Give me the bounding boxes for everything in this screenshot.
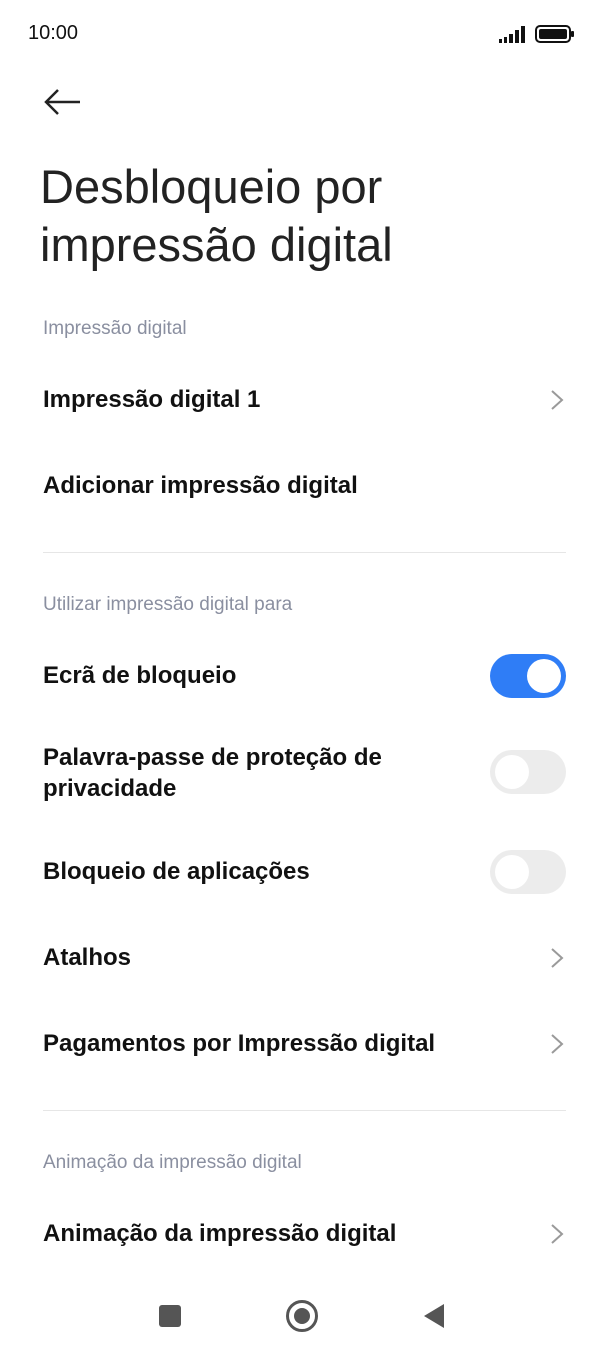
nav-back-button[interactable]	[412, 1294, 456, 1338]
toggle-knob	[527, 659, 561, 693]
status-bar: 10:00	[0, 0, 609, 70]
privacy-password-toggle[interactable]	[490, 750, 566, 794]
app-lock-toggle[interactable]	[490, 850, 566, 894]
chevron-right-icon	[551, 1034, 564, 1054]
triangle-back-icon	[424, 1304, 444, 1328]
signal-icon	[499, 25, 527, 48]
toggle-knob	[495, 855, 529, 889]
square-icon	[159, 1305, 181, 1327]
add-fingerprint-item[interactable]: Adicionar impressão digital	[0, 456, 609, 516]
arrow-left-icon	[44, 89, 80, 115]
fingerprint-animation-item[interactable]: Animação da impressão digital	[0, 1204, 609, 1264]
toggle-knob	[495, 755, 529, 789]
divider	[43, 552, 566, 553]
app-lock-label: Bloqueio de aplicações	[43, 858, 310, 885]
section-header-fingerprints: Impressão digital	[43, 318, 187, 339]
shortcuts-label: Atalhos	[43, 944, 132, 971]
chevron-right-icon	[551, 390, 564, 410]
lock-screen-item[interactable]: Ecrã de bloqueio	[0, 646, 609, 706]
add-fingerprint-label: Adicionar impressão digital	[43, 472, 358, 499]
fingerprint-payments-label: Pagamentos por Impressão digital	[43, 1030, 436, 1057]
circle-icon	[286, 1300, 318, 1332]
battery-icon	[535, 24, 575, 49]
status-time: 10:00	[28, 22, 79, 44]
privacy-password-label: Palavra-passe de proteção de privacidade	[43, 744, 382, 802]
shortcuts-item[interactable]: Atalhos	[0, 928, 609, 988]
page-title: Desbloqueio por impressão digital	[40, 160, 393, 271]
back-button[interactable]	[40, 84, 84, 120]
privacy-password-item[interactable]: Palavra-passe de proteção de privacidade	[0, 738, 609, 808]
status-icons	[499, 24, 575, 49]
lock-screen-label: Ecrã de bloqueio	[43, 662, 237, 689]
chevron-right-icon	[551, 1224, 564, 1244]
section-header-animation: Animação da impressão digital	[43, 1152, 302, 1173]
fingerprint-1-label: Impressão digital 1	[43, 386, 261, 413]
fingerprint-payments-item[interactable]: Pagamentos por Impressão digital	[0, 1014, 609, 1074]
app-lock-item[interactable]: Bloqueio de aplicações	[0, 842, 609, 902]
lock-screen-toggle[interactable]	[490, 654, 566, 698]
navigation-bar	[0, 1284, 609, 1348]
section-header-use-for: Utilizar impressão digital para	[43, 594, 293, 615]
divider	[43, 1110, 566, 1111]
home-button[interactable]	[280, 1294, 324, 1338]
recents-button[interactable]	[148, 1294, 192, 1338]
chevron-right-icon	[551, 948, 564, 968]
fingerprint-unlock-screen: 10:00 Desbloqueio por impressão digital …	[0, 0, 609, 1354]
fingerprint-animation-label: Animação da impressão digital	[43, 1220, 397, 1247]
fingerprint-1-item[interactable]: Impressão digital 1	[0, 370, 609, 430]
